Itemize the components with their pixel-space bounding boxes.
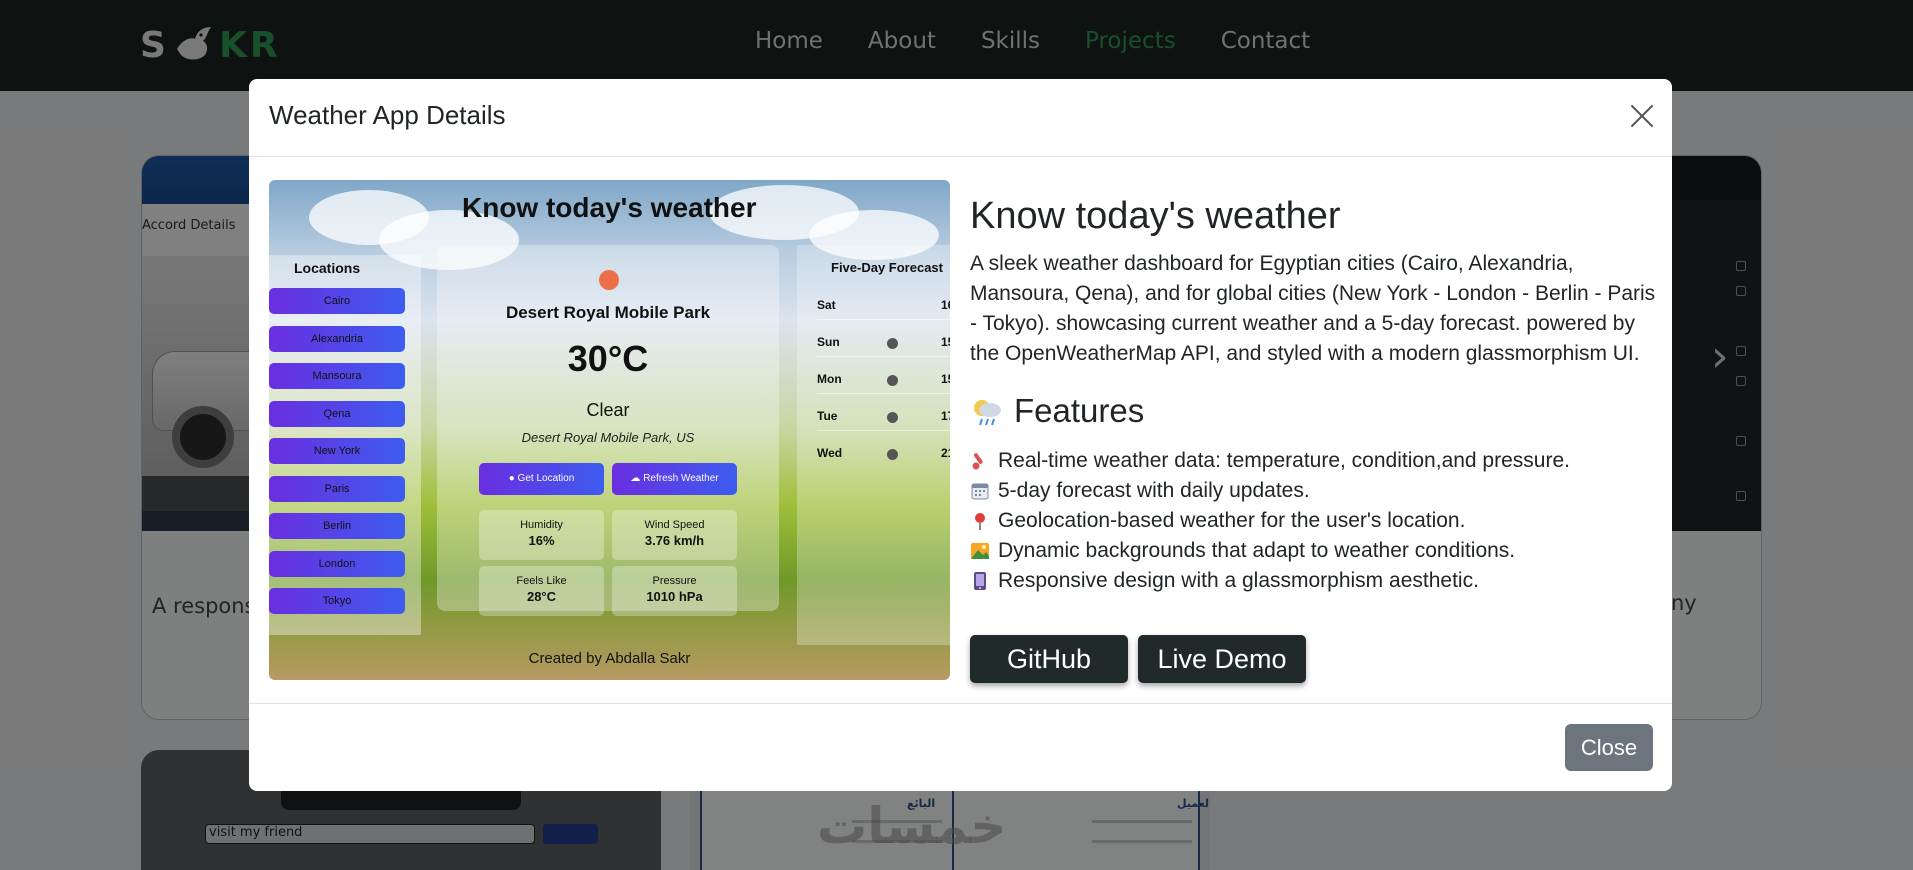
city-button-paris[interactable]: Paris (269, 476, 405, 502)
modal-title: Weather App Details (269, 100, 506, 130)
features-heading: Features (970, 392, 1144, 430)
wind-speed-tile: Wind Speed 3.76 km/h (612, 510, 737, 560)
project-modal: Weather App Details Know today's weather… (249, 79, 1672, 791)
city-button-new-york[interactable]: New York (269, 438, 405, 464)
forecast-row: Sun 15 (817, 327, 950, 357)
thermometer-icon (970, 451, 990, 471)
cloud-icon: ☁ (630, 473, 644, 484)
weather-place: Desert Royal Mobile Park (505, 303, 711, 322)
feels-like-tile: Feels Like 28°C (479, 566, 604, 616)
city-button-alexandria[interactable]: Alexandria (269, 326, 405, 352)
cloud-rain-icon (970, 396, 1004, 426)
weather-dot-icon (887, 449, 898, 460)
close-icon[interactable] (1627, 101, 1657, 131)
forecast-row: Mon 15 (817, 364, 950, 394)
map-pin-icon (970, 511, 990, 531)
get-location-button[interactable]: ● Get Location (479, 463, 604, 495)
list-item: Real-time weather data: temperature, con… (970, 446, 1570, 476)
city-button-london[interactable]: London (269, 551, 405, 577)
modal-header: Weather App Details (249, 79, 1672, 157)
project-info-title: Know today's weather (970, 195, 1341, 237)
live-demo-button[interactable]: Live Demo (1138, 635, 1306, 683)
humidity-tile: Humidity 16% (479, 510, 604, 560)
city-button-mansoura[interactable]: Mansoura (269, 363, 405, 389)
weather-location-subtitle: Desert Royal Mobile Park, US (521, 430, 695, 445)
weather-title: Know today's weather (462, 192, 757, 223)
calendar-icon (970, 481, 990, 501)
weather-temperature: 30°C (567, 338, 649, 379)
forecast-row: Wed 21 (817, 446, 950, 460)
sun-icon (599, 270, 619, 290)
landscape-icon (970, 541, 990, 561)
pressure-tile: Pressure 1010 hPa (612, 566, 737, 616)
locations-title: Locations (294, 260, 361, 276)
features-list: Real-time weather data: temperature, con… (970, 446, 1570, 596)
list-item: Dynamic backgrounds that adapt to weathe… (970, 536, 1570, 566)
weather-condition: Clear (586, 400, 630, 420)
refresh-weather-button[interactable]: ☁ Refresh Weather (612, 463, 737, 495)
weather-dot-icon (887, 375, 898, 386)
github-button[interactable]: GitHub (970, 635, 1128, 683)
city-button-berlin[interactable]: Berlin (269, 513, 405, 539)
forecast-title: Five-Day Forecast (831, 260, 943, 275)
list-item: Responsive design with a glassmorphism a… (970, 566, 1570, 596)
city-button-tokyo[interactable]: Tokyo (269, 588, 405, 614)
list-item: Geolocation-based weather for the user's… (970, 506, 1570, 536)
modal-footer: Close (249, 703, 1672, 791)
weather-app-screenshot: Know today's weather Locations Cairo Ale… (269, 180, 950, 680)
mobile-phone-icon (970, 571, 990, 591)
project-description: A sleek weather dashboard for Egyptian c… (970, 252, 1656, 365)
forecast-row: Sat 16 (817, 290, 950, 320)
map-pin-icon: ● (508, 473, 518, 484)
city-button-cairo[interactable]: Cairo (269, 288, 405, 314)
weather-dot-icon (887, 412, 898, 423)
close-button[interactable]: Close (1565, 724, 1653, 771)
weather-dot-icon (887, 338, 898, 349)
weather-credit: Created by Abdalla Sakr (528, 650, 691, 667)
list-item: 5-day forecast with daily updates. (970, 476, 1570, 506)
city-button-qena[interactable]: Qena (269, 401, 405, 427)
forecast-row: Tue 17 (817, 401, 950, 431)
